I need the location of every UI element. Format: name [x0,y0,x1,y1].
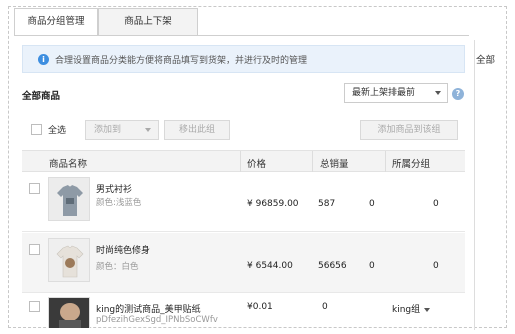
product-price: ¥ 96859.00 [247,199,299,209]
product-group: 0 [433,199,439,209]
row-checkbox[interactable] [29,244,40,255]
product-price: ¥0.01 [247,302,273,312]
product-name[interactable]: king的测试商品_美甲贴纸 [96,302,201,315]
add-to-button[interactable]: 添加到 [85,120,159,140]
section-title: 全部商品 [22,91,61,102]
tab-divider [14,35,469,36]
remove-from-group-button[interactable]: 移出此组 [164,120,230,140]
help-icon[interactable]: ? [452,88,464,100]
column-divider [312,151,313,172]
product-name[interactable]: 男式衬衫 [96,182,132,195]
header-price: 价格 [247,159,267,170]
select-all-label: 全选 [48,126,67,136]
select-all-checkbox[interactable] [31,124,42,135]
table-row[interactable]: 男式衬衫 颜色:浅蓝色 ¥ 96859.00 587 0 0 [22,172,465,232]
product-stock: 0 [369,261,375,271]
product-group: king组 [392,305,421,315]
chevron-down-icon [435,91,441,95]
sort-select-value: 最新上架排最前 [352,88,416,98]
product-price: ¥ 6544.00 [247,261,293,271]
product-sales: 587 [318,199,336,209]
row-checkbox[interactable] [29,183,40,194]
chevron-down-icon [145,128,151,132]
header-sales: 总销量 [320,159,349,170]
right-tab-all[interactable]: 全部 [476,52,495,66]
column-divider [240,151,241,172]
chevron-down-icon [424,307,431,312]
product-name[interactable]: 时尚纯色修身 [96,243,150,256]
product-group-select[interactable]: king组 [392,302,431,315]
row-checkbox[interactable] [29,301,40,312]
product-stock: 0 [369,199,375,209]
add-to-label: 添加到 [94,125,122,135]
product-sales: 56656 [318,261,347,271]
column-divider [385,151,386,172]
table-row[interactable]: 时尚纯色修身 颜色：白色 ¥ 6544.00 56656 0 0 [22,233,465,293]
product-thumbnail [48,177,90,221]
product-color: 颜色：白色 [96,262,139,272]
product-group: 0 [433,261,439,271]
tab-group-management[interactable]: 商品分组管理 [14,8,98,36]
info-notice: i 合理设置商品分类能方便将商品填写到货架，并进行及时的管理 [22,45,465,73]
sort-select[interactable]: 最新上架排最前 [344,83,448,103]
tab-bar: 商品分组管理 商品上下架 [14,8,198,36]
right-panel [474,40,508,330]
product-thumbnail [48,297,90,328]
info-icon: i [38,53,49,65]
tab-shelf[interactable]: 商品上下架 [98,8,198,35]
product-sales: 0 [322,302,328,312]
header-group: 所属分组 [392,159,431,170]
product-color: 颜色:浅蓝色 [96,198,142,208]
product-color: pDfezihGexSgd_IPNbSoCWfv [96,315,218,325]
notice-text: 合理设置商品分类能方便将商品填写到货架，并进行及时的管理 [55,55,308,66]
table-header: 商品名称 价格 总销量 所属分组 [22,150,465,172]
table-row[interactable]: king的测试商品_美甲贴纸 pDfezihGexSgd_IPNbSoCWfv … [22,294,465,328]
product-thumbnail [48,238,90,282]
header-name: 商品名称 [49,159,88,170]
add-goods-to-group-button[interactable]: 添加商品到该组 [360,120,458,140]
